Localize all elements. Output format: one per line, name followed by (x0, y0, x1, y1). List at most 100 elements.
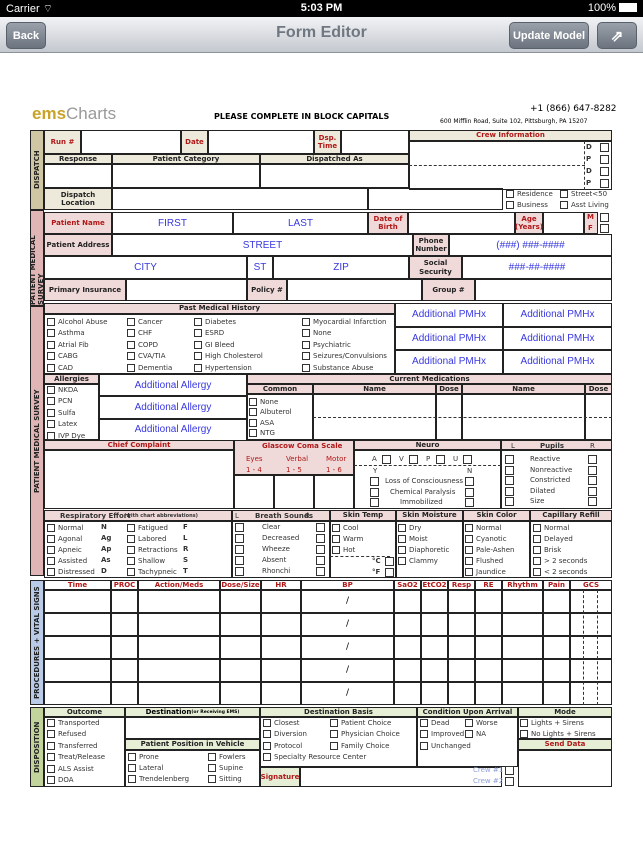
additional-pmhx-field[interactable]: Additional PMHx (395, 350, 503, 374)
checkbox[interactable] (420, 730, 428, 738)
pupil-r-checkbox[interactable] (588, 465, 597, 475)
additional-pmhx-field[interactable]: Additional PMHx (503, 326, 612, 350)
allergy-option[interactable]: Latex (47, 420, 77, 429)
checkbox[interactable] (465, 523, 473, 532)
checkbox[interactable] (520, 718, 528, 727)
checkbox[interactable] (47, 431, 55, 440)
checkbox[interactable] (47, 397, 55, 405)
chief-complaint-field[interactable] (44, 450, 234, 509)
vitals-cell[interactable] (543, 636, 570, 659)
avpu-checkbox[interactable] (436, 455, 445, 464)
pupil-r-checkbox[interactable] (588, 455, 597, 464)
mode-option[interactable]: No Lights + Sirens (520, 729, 596, 738)
send-data-field[interactable] (518, 750, 612, 787)
vitals-cell[interactable] (475, 682, 502, 705)
signature-field[interactable] (300, 767, 502, 787)
outcome-option[interactable]: DOA (47, 776, 74, 785)
vitals-cell[interactable]: / (301, 659, 394, 682)
breath-l-checkbox[interactable] (235, 545, 244, 554)
age-field[interactable] (543, 212, 584, 234)
outcome-option[interactable]: ALS Assist (47, 764, 94, 773)
allergy-option[interactable]: IVP Dye (47, 431, 85, 440)
vitals-cell[interactable] (394, 636, 421, 659)
pmh-option[interactable]: Psychiatric (302, 340, 351, 349)
neuro-no-checkbox[interactable] (465, 477, 474, 486)
neuro-no-checkbox[interactable] (465, 487, 474, 497)
skin-moisture-option[interactable]: Moist (398, 534, 428, 543)
pmh-option[interactable]: Seizures/Convulsions (302, 352, 387, 361)
checkbox[interactable] (47, 753, 55, 761)
vitals-cell[interactable] (502, 636, 543, 659)
vitals-cell[interactable]: / (301, 682, 394, 705)
checkbox[interactable] (249, 418, 257, 427)
vitals-cell[interactable] (570, 613, 612, 636)
checkbox[interactable] (332, 523, 340, 532)
checkbox[interactable] (263, 718, 271, 727)
allergy-option[interactable]: NKDA (47, 385, 78, 394)
checkbox[interactable] (465, 730, 473, 738)
dispatched-as-field[interactable] (260, 164, 409, 188)
vitals-cell[interactable] (111, 659, 138, 682)
position-option[interactable]: Trendelenberg (128, 774, 189, 783)
vitals-cell[interactable] (44, 659, 111, 682)
vitals-cell[interactable] (111, 590, 138, 613)
female-checkbox[interactable] (600, 224, 609, 233)
skin-temp-option[interactable]: Hot (332, 545, 355, 554)
resp-option[interactable]: Normal (47, 523, 83, 532)
condition-option[interactable]: Dead (420, 718, 449, 727)
pmh-option[interactable]: Alcohol Abuse (47, 317, 107, 326)
checkbox[interactable] (263, 730, 271, 738)
basis-option[interactable]: Protocol (263, 741, 302, 750)
pmh-option[interactable]: Substance Abuse (302, 363, 373, 372)
skin-temp-option[interactable]: Cool (332, 523, 358, 532)
checkbox[interactable] (47, 556, 55, 565)
checkbox[interactable] (249, 429, 257, 437)
checkbox[interactable] (533, 523, 541, 532)
checkbox[interactable] (420, 741, 428, 750)
vitals-cell[interactable] (220, 682, 261, 705)
checkbox[interactable] (330, 718, 338, 727)
vitals-cell[interactable] (261, 659, 301, 682)
resp-option[interactable]: Retractions (127, 545, 178, 554)
checkbox[interactable] (420, 718, 428, 727)
basis-option[interactable]: Specialty Resource Center (263, 752, 366, 761)
position-option[interactable]: Fowlers (208, 752, 246, 761)
vitals-cell[interactable] (448, 613, 475, 636)
vitals-cell[interactable] (138, 590, 220, 613)
checkbox[interactable] (47, 567, 55, 576)
checkbox[interactable] (302, 340, 310, 349)
checkbox[interactable] (47, 363, 55, 372)
vitals-cell[interactable] (138, 659, 220, 682)
outcome-option[interactable]: Treat/Release (47, 753, 105, 762)
patient-category-field[interactable] (112, 164, 260, 188)
checkbox[interactable] (302, 363, 310, 372)
gcs-field[interactable] (234, 475, 274, 509)
destination-field[interactable] (125, 717, 260, 739)
breath-r-checkbox[interactable] (316, 567, 325, 576)
basis-option[interactable]: Closest (263, 718, 299, 727)
checkbox[interactable] (128, 763, 136, 772)
gcs-field[interactable] (274, 475, 314, 509)
breath-r-checkbox[interactable] (316, 534, 325, 543)
skin-moisture-option[interactable]: Diaphoretic (398, 545, 449, 554)
checkbox[interactable] (47, 385, 55, 394)
condition-option[interactable]: Unchanged (420, 741, 471, 750)
checkbox[interactable] (194, 340, 202, 349)
avpu-checkbox[interactable] (382, 455, 391, 464)
pupil-l-checkbox[interactable] (505, 497, 514, 506)
vitals-cell[interactable] (261, 682, 301, 705)
dob-field[interactable] (408, 212, 515, 234)
pupil-l-checkbox[interactable] (505, 465, 514, 475)
vitals-cell[interactable] (570, 590, 612, 613)
checkbox[interactable] (465, 718, 473, 727)
checkbox[interactable] (127, 545, 135, 554)
send-data-button[interactable]: Send Data (518, 739, 612, 750)
vitals-cell[interactable] (475, 590, 502, 613)
checkbox[interactable] (47, 329, 55, 337)
skin-moisture-option[interactable]: Dry (398, 523, 421, 532)
additional-pmhx-field[interactable]: Additional PMHx (395, 326, 503, 350)
vitals-cell[interactable] (421, 682, 448, 705)
vitals-cell[interactable] (44, 613, 111, 636)
vitals-cell[interactable] (421, 636, 448, 659)
pmh-option[interactable]: High Cholesterol (194, 352, 263, 361)
